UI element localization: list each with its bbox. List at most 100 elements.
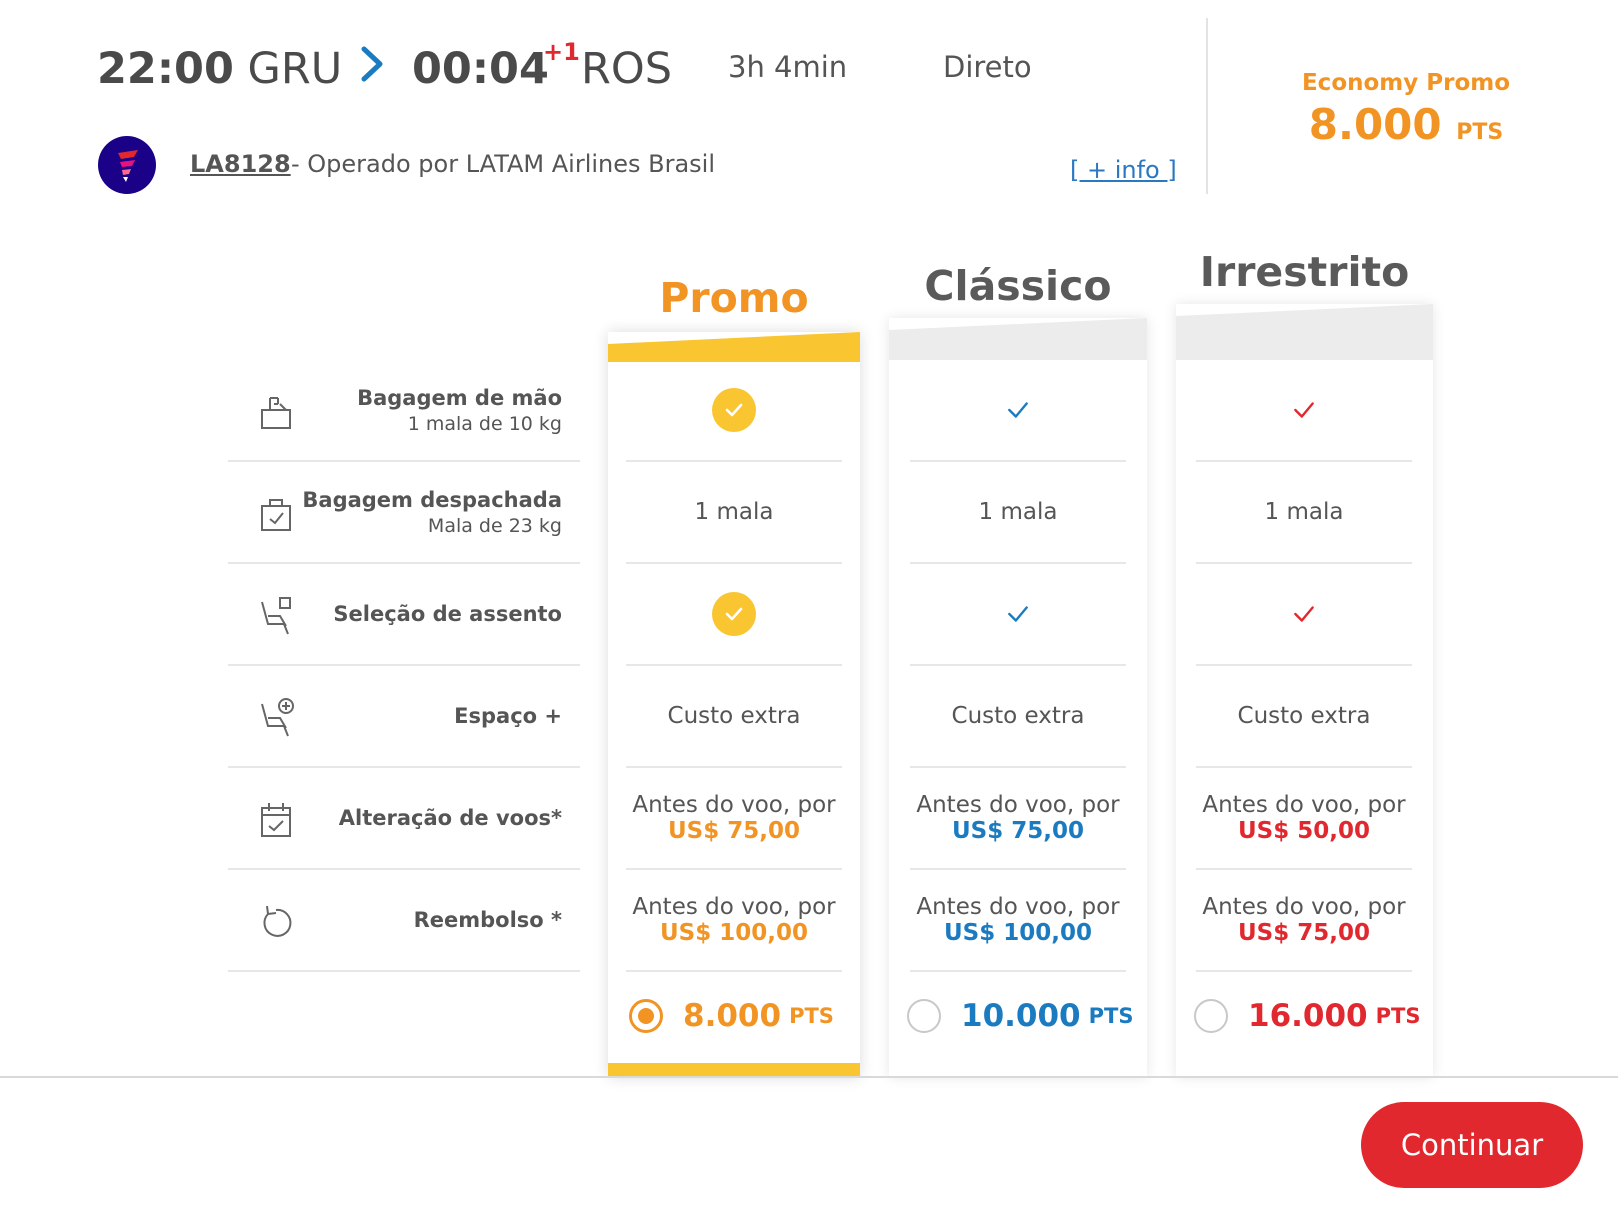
cell-price: US$ 50,00 xyxy=(1237,818,1370,844)
classico-seat xyxy=(910,564,1126,666)
cell-prefix: Antes do voo, por xyxy=(916,792,1120,818)
classico-radio[interactable] xyxy=(907,999,941,1033)
chevron-right-icon xyxy=(361,46,383,82)
carry-on-bag-icon xyxy=(261,397,291,429)
promo-checked-bag: 1 mala xyxy=(626,462,842,564)
cell-value: Custo extra xyxy=(667,703,801,729)
arrival-time-wrap: 00:04 xyxy=(412,40,549,98)
departure-airport: GRU xyxy=(247,44,343,94)
irrestrito-top-band xyxy=(1176,304,1433,360)
feature-label: Espaço + xyxy=(454,666,562,766)
feature-title: Bagagem despachada xyxy=(302,487,562,512)
promo-seat xyxy=(626,564,842,666)
feature-label: Bagagem despachada Mala de 23 kg xyxy=(302,462,562,562)
feature-subtitle: 1 mala de 10 kg xyxy=(407,412,562,435)
fare-title-irrestrito[interactable]: Irrestrito xyxy=(1176,248,1433,296)
classico-checked-bag: 1 mala xyxy=(910,462,1126,564)
cell-price: US$ 75,00 xyxy=(667,818,800,844)
selected-price-value: 8.000 xyxy=(1308,100,1442,149)
classico-extra-space: Custo extra xyxy=(910,666,1126,768)
checked-bag-icon xyxy=(261,499,291,531)
arrival-time: 00:04 xyxy=(412,44,549,94)
classico-top-band xyxy=(889,318,1147,360)
cell-value: 1 mala xyxy=(978,499,1058,525)
feature-row-change: Alteração de voos* xyxy=(228,768,580,870)
flight-duration: 3h 4min xyxy=(728,50,848,84)
promo-refund: Antes do voo, por US$ 100,00 xyxy=(626,870,842,972)
check-icon xyxy=(1008,402,1028,418)
classico-price-option[interactable]: 10.000 PTS xyxy=(907,998,1133,1034)
check-icon xyxy=(1294,402,1314,418)
irrestrito-price-option[interactable]: 16.000 PTS xyxy=(1194,998,1420,1034)
footer-divider xyxy=(0,1076,1618,1078)
feature-row-seat: Seleção de assento xyxy=(228,564,580,666)
promo-extra-space: Custo extra xyxy=(626,666,842,768)
feature-title: Bagagem de mão xyxy=(357,385,562,410)
feature-title: Espaço + xyxy=(454,704,562,728)
flight-stops: Direto xyxy=(943,50,1032,84)
selected-cabin: Economy Promo xyxy=(1301,70,1511,96)
departure-info: 22:00 GRU xyxy=(97,40,342,98)
latam-logo xyxy=(98,136,156,194)
price-unit: PTS xyxy=(1375,1004,1421,1028)
cell-prefix: Antes do voo, por xyxy=(632,792,836,818)
seat-icon xyxy=(261,597,291,635)
promo-radio[interactable] xyxy=(629,999,663,1033)
fare-title-classico[interactable]: Clássico xyxy=(889,262,1147,310)
check-circle-icon xyxy=(712,388,756,432)
cell-prefix: Antes do voo, por xyxy=(1202,792,1406,818)
irrestrito-extra-space: Custo extra xyxy=(1196,666,1412,768)
feature-row-carry-on: Bagagem de mão 1 mala de 10 kg xyxy=(228,360,580,462)
cell-prefix: Antes do voo, por xyxy=(632,894,836,920)
promo-change: Antes do voo, por US$ 75,00 xyxy=(626,768,842,870)
irrestrito-change: Antes do voo, por US$ 50,00 xyxy=(1196,768,1412,870)
cell-price: US$ 100,00 xyxy=(659,920,808,946)
feature-title: Seleção de assento xyxy=(333,602,562,626)
irrestrito-refund: Antes do voo, por US$ 75,00 xyxy=(1196,870,1412,972)
feature-subtitle: Mala de 23 kg xyxy=(427,514,562,537)
cell-price: US$ 100,00 xyxy=(943,920,1092,946)
calendar-change-icon xyxy=(261,803,291,837)
feature-label: Seleção de assento xyxy=(333,564,562,664)
check-icon xyxy=(1008,606,1028,622)
arrival-day-offset: +1 xyxy=(543,38,580,66)
more-info-link[interactable]: [ + info ] xyxy=(1070,156,1177,184)
airline-logo-icon xyxy=(118,150,138,182)
seat-plus-icon xyxy=(261,698,294,737)
cell-price: US$ 75,00 xyxy=(951,818,1084,844)
price-value: 10.000 xyxy=(961,998,1081,1034)
feature-label: Reembolso * xyxy=(414,870,562,970)
check-circle-icon xyxy=(712,592,756,636)
selected-price: 8.000 PTS xyxy=(1266,100,1546,149)
price-unit: PTS xyxy=(789,1004,834,1028)
fare-title-promo[interactable]: Promo xyxy=(608,274,860,322)
flight-number-link[interactable]: LA8128 xyxy=(190,150,291,178)
selected-price-unit: PTS xyxy=(1456,120,1504,145)
feature-title: Alteração de voos* xyxy=(338,806,562,830)
continue-button[interactable]: Continuar xyxy=(1361,1102,1583,1188)
arrival-airport: ROS xyxy=(581,44,673,94)
irrestrito-carry-on xyxy=(1196,360,1412,462)
promo-bottom-band xyxy=(608,1063,860,1077)
irrestrito-checked-bag: 1 mala xyxy=(1196,462,1412,564)
feature-label: Bagagem de mão 1 mala de 10 kg xyxy=(357,360,562,460)
cell-prefix: Antes do voo, por xyxy=(916,894,1120,920)
feature-row-checked-bag: Bagagem despachada Mala de 23 kg xyxy=(228,462,580,564)
radio-dot xyxy=(638,1008,654,1024)
cell-value: 1 mala xyxy=(694,499,774,525)
cell-price: US$ 75,00 xyxy=(1237,920,1370,946)
classico-carry-on xyxy=(910,360,1126,462)
feature-label: Alteração de voos* xyxy=(339,768,562,868)
price-value: 8.000 xyxy=(683,998,782,1034)
promo-top-band xyxy=(608,332,860,362)
irrestrito-radio[interactable] xyxy=(1194,999,1228,1033)
price-value: 16.000 xyxy=(1248,998,1368,1034)
check-icon xyxy=(1294,606,1314,622)
cell-value: 1 mala xyxy=(1264,499,1344,525)
cell-prefix: Antes do voo, por xyxy=(1202,894,1406,920)
promo-price-option[interactable]: 8.000 PTS xyxy=(629,998,834,1034)
cell-value: Custo extra xyxy=(1237,703,1371,729)
operated-by: - Operado por LATAM Airlines Brasil xyxy=(291,150,716,178)
refund-icon xyxy=(263,905,292,937)
header-divider xyxy=(1206,18,1208,194)
